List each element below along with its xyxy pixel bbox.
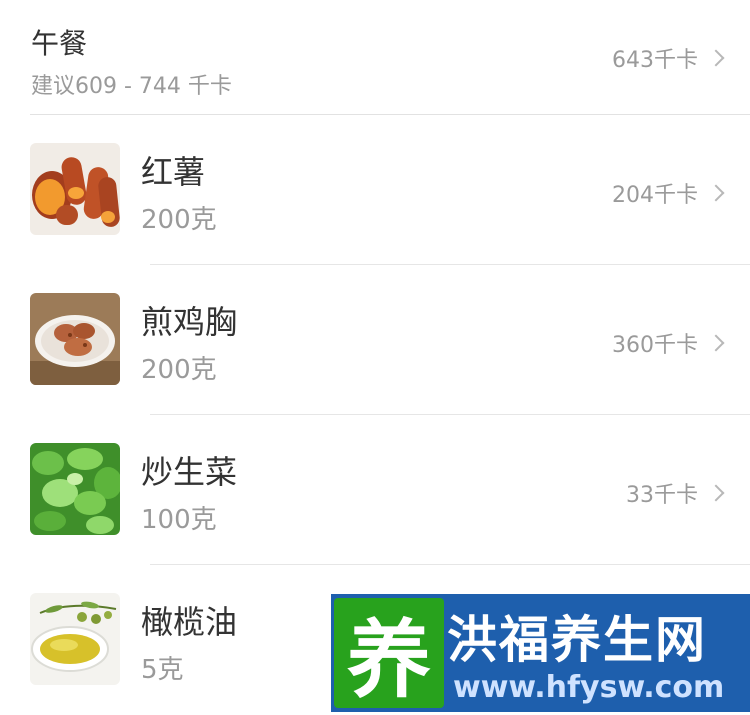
food-amount: 200克 [141, 355, 217, 385]
food-name: 红薯 [141, 153, 206, 191]
chevron-right-icon [707, 49, 725, 67]
food-name: 橄榄油 [141, 603, 238, 641]
food-kcal-label: 204千卡 [612, 183, 698, 208]
chicken-breast-photo [30, 293, 120, 385]
food-kcal-label: 360千卡 [612, 333, 698, 358]
site-watermark: 养 洪福养生网 www.hfysw.com [331, 594, 750, 712]
food-item[interactable]: 红薯 200克 204千卡 [0, 115, 750, 265]
sweet-potato-photo [30, 143, 120, 235]
chevron-right-icon [707, 484, 725, 502]
food-kcal[interactable]: 204千卡 [612, 177, 725, 209]
chevron-right-icon [707, 184, 725, 202]
food-kcal-label: 33千卡 [626, 483, 698, 508]
food-amount: 5克 [141, 655, 184, 685]
lettuce-photo [30, 443, 120, 535]
meal-total-label: 643千卡 [612, 48, 698, 73]
chevron-right-icon [707, 334, 725, 352]
food-item[interactable]: 煎鸡胸 200克 360千卡 [0, 265, 750, 415]
meal-title: 午餐 [31, 27, 88, 60]
meal-suggestion: 建议609 - 744 千卡 [31, 74, 232, 99]
meal-total-kcal[interactable]: 643千卡 [612, 42, 725, 74]
olive-oil-photo [30, 593, 120, 685]
meal-header[interactable]: 午餐 建议609 - 744 千卡 643千卡 [0, 0, 750, 115]
food-amount: 200克 [141, 205, 217, 235]
food-kcal[interactable]: 33千卡 [626, 477, 725, 509]
food-kcal[interactable]: 360千卡 [612, 327, 725, 359]
watermark-logo-char: 养 [346, 609, 431, 709]
food-name: 炒生菜 [141, 453, 238, 491]
watermark-logo: 养 [334, 598, 444, 709]
watermark-url: www.hfysw.com [453, 670, 725, 705]
watermark-title: 洪福养生网 [447, 611, 707, 669]
food-name: 煎鸡胸 [141, 303, 238, 341]
food-item[interactable]: 炒生菜 100克 33千卡 [0, 415, 750, 565]
food-amount: 100克 [141, 505, 217, 535]
